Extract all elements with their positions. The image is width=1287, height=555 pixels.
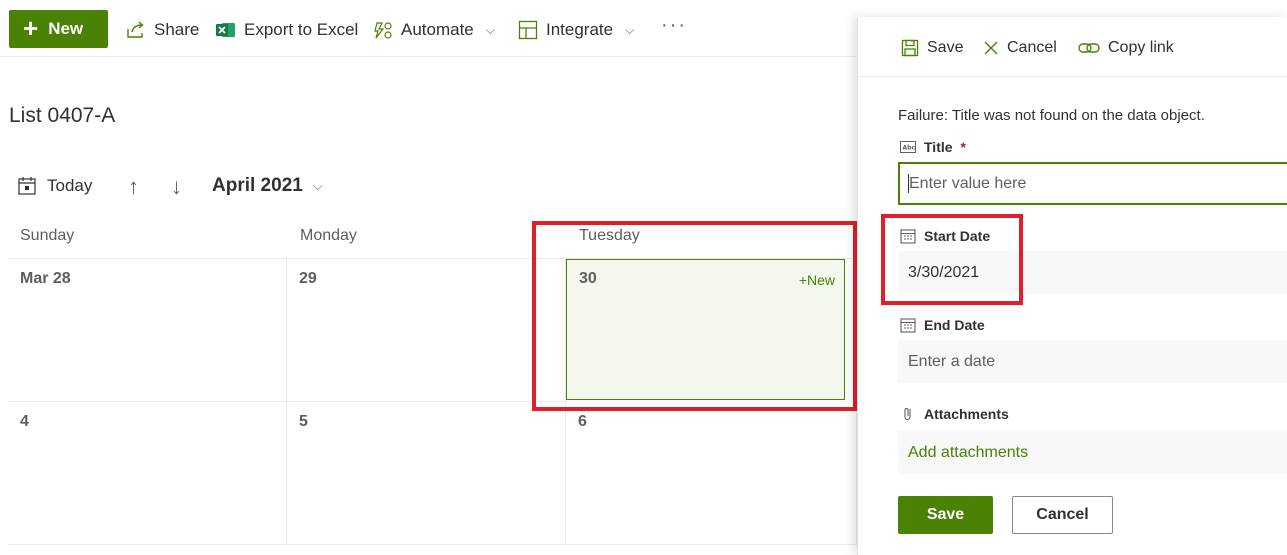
- day-number: 5: [299, 413, 308, 430]
- month-label: April 2021: [212, 175, 303, 196]
- command-bar: + New Share Export to Excel Automate ⌵ I…: [0, 0, 857, 57]
- start-date-value: 3/30/2021: [908, 263, 980, 281]
- integrate-menu[interactable]: Integrate ⌵: [518, 19, 634, 41]
- panel-save-label: Save: [927, 39, 964, 56]
- title-input[interactable]: Enter value here: [898, 162, 1287, 205]
- today-button[interactable]: Today: [17, 176, 92, 196]
- day-header-tuesday: Tuesday: [579, 227, 640, 244]
- calendar-icon: [900, 229, 916, 244]
- edit-panel: Save Cancel Copy link Failure: Title was…: [857, 17, 1287, 555]
- automate-icon: [374, 22, 392, 39]
- selected-day-cell[interactable]: 30 +New: [566, 259, 845, 400]
- calendar-day-cell[interactable]: Mar 28: [8, 259, 287, 402]
- end-date-placeholder: Enter a date: [908, 352, 996, 370]
- copy-link-button[interactable]: Copy link: [1078, 39, 1174, 57]
- calendar-day-cell[interactable]: 5: [287, 402, 566, 545]
- title-label-text: Title: [924, 139, 953, 155]
- add-attachments-link[interactable]: Add attachments: [898, 431, 1287, 474]
- day-number: 29: [299, 270, 317, 287]
- calendar-day-cell[interactable]: 4: [8, 402, 287, 545]
- plus-icon: +: [23, 13, 39, 43]
- new-button[interactable]: + New: [9, 10, 108, 48]
- calendar-day-cell[interactable]: 6: [566, 402, 857, 545]
- integrate-label: Integrate: [546, 20, 614, 39]
- save-button[interactable]: Save: [898, 496, 993, 534]
- integrate-icon: [518, 20, 538, 40]
- new-button-label: New: [48, 19, 84, 38]
- end-date-label-text: End Date: [924, 317, 985, 333]
- panel-cancel-label: Cancel: [1007, 39, 1057, 56]
- today-label: Today: [47, 176, 93, 195]
- end-date-field-label: End Date: [900, 317, 985, 333]
- calendar-icon: [18, 177, 36, 195]
- paperclip-icon: [904, 408, 911, 421]
- panel-command-bar: Save Cancel Copy link: [858, 17, 1287, 77]
- end-date-field[interactable]: Enter a date: [898, 340, 1287, 383]
- more-options-button[interactable]: ···: [661, 14, 687, 37]
- panel-cancel-button[interactable]: Cancel: [983, 39, 1057, 57]
- day-number: Mar 28: [20, 270, 71, 287]
- chevron-down-icon: ⌵: [485, 22, 495, 37]
- attachments-field-label: Attachments: [900, 406, 1009, 422]
- day-number: 4: [20, 413, 29, 430]
- day-header-sunday: Sunday: [20, 227, 75, 244]
- panel-save-button[interactable]: Save: [901, 39, 963, 57]
- error-message: Failure: Title was not found on the data…: [898, 107, 1205, 124]
- chevron-down-icon: ⌵: [625, 22, 635, 37]
- share-icon: [127, 21, 144, 38]
- save-icon: [901, 39, 919, 57]
- chevron-down-icon: ⌵: [312, 178, 323, 193]
- calendar-icon: [900, 318, 916, 333]
- close-icon: [984, 41, 998, 55]
- previous-arrow-icon[interactable]: ↑: [128, 174, 139, 200]
- cancel-button[interactable]: Cancel: [1012, 496, 1113, 534]
- title-field-label: Abc Title *: [900, 139, 966, 155]
- start-date-label-text: Start Date: [924, 228, 991, 244]
- start-date-field-label: Start Date: [900, 228, 990, 244]
- link-icon: [1078, 43, 1100, 53]
- title-placeholder: Enter value here: [909, 174, 1027, 192]
- excel-icon: [216, 23, 235, 37]
- share-button[interactable]: Share: [126, 19, 199, 41]
- page-title: List 0407-A: [9, 104, 116, 127]
- add-attachments-text: Add attachments: [908, 443, 1029, 461]
- month-selector[interactable]: April 2021 ⌵: [212, 175, 323, 197]
- svg-text:Abc: Abc: [903, 145, 916, 152]
- attachments-label-text: Attachments: [924, 406, 1009, 422]
- copy-link-label: Copy link: [1108, 39, 1174, 56]
- start-date-field[interactable]: 3/30/2021: [898, 251, 1287, 294]
- share-label: Share: [154, 20, 200, 39]
- day-number: 30: [579, 270, 597, 287]
- export-label: Export to Excel: [244, 20, 359, 39]
- calendar-day-cell[interactable]: 29: [287, 259, 566, 402]
- new-event-link[interactable]: +New: [799, 272, 835, 288]
- day-number: 6: [578, 413, 587, 430]
- automate-label: Automate: [401, 20, 474, 39]
- export-to-excel-button[interactable]: Export to Excel: [216, 19, 358, 41]
- automate-menu[interactable]: Automate ⌵: [373, 19, 495, 41]
- text-field-icon: Abc: [900, 141, 916, 153]
- day-header-monday: Monday: [300, 227, 357, 244]
- next-arrow-icon[interactable]: ↓: [171, 174, 182, 200]
- required-indicator: *: [960, 139, 966, 155]
